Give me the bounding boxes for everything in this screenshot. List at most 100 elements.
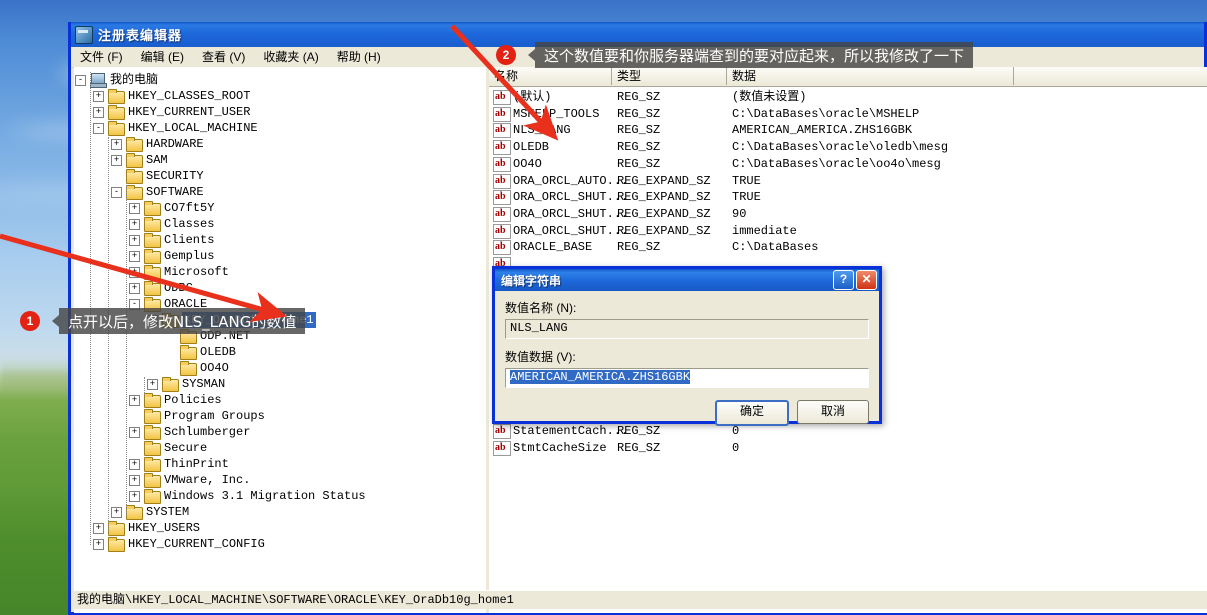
tree-node[interactable]: + Microsoft	[74, 264, 486, 280]
expand-icon[interactable]: +	[129, 475, 140, 486]
folder-icon	[144, 201, 161, 216]
folder-icon	[126, 137, 143, 152]
table-row[interactable]: ab ORA_ORCL_SHUT... REG_EXPAND_SZ TRUE	[489, 189, 1207, 206]
tree-node-label: HKEY_USERS	[128, 521, 201, 535]
tree-node[interactable]: + Windows 3.1 Migration Status	[74, 488, 486, 504]
expand-icon[interactable]: +	[147, 379, 158, 390]
expand-icon[interactable]: +	[93, 523, 104, 534]
table-row[interactable]: ab OO4O REG_SZ C:\DataBases\oracle\oo4o\mes…	[489, 156, 1207, 172]
cell-name: ORA_ORCL_SHUT...	[513, 190, 629, 205]
tree-node[interactable]: + HARDWARE	[74, 136, 486, 152]
tree-node[interactable]: + Gemplus	[74, 248, 486, 264]
expand-icon[interactable]: +	[129, 267, 140, 278]
menu-file[interactable]: 文件 (F)	[71, 46, 132, 68]
expand-icon[interactable]: +	[129, 219, 140, 230]
table-row[interactable]: ab NLS_LANG REG_SZ AMERICAN_AMERICA.ZHS16GB…	[489, 122, 1207, 139]
column-header-name[interactable]: 名称	[489, 67, 612, 85]
tree-node-label: Classes	[164, 217, 215, 231]
tree-node-label: SYSMAN	[182, 377, 226, 391]
cell-data: 90	[732, 206, 747, 221]
cell-data: TRUE	[732, 173, 761, 188]
tree-node-label: SECURITY	[146, 169, 204, 183]
cell-name: ORA_ORCL_SHUT...	[513, 223, 629, 238]
cell-type: REG_SZ	[617, 240, 661, 255]
expand-icon[interactable]: +	[129, 251, 140, 262]
dialog-title-bar: 编辑字符串 ? ✕	[495, 269, 879, 291]
expand-icon[interactable]: +	[93, 91, 104, 102]
registry-tree-pane[interactable]: - 我的电脑 + HKEY_CLASSES_ROOT + HKEY_CURRENT_USE…	[74, 67, 487, 613]
table-row[interactable]: ab OLEDB REG_SZ C:\DataBases\oracle\oledb\m…	[489, 139, 1207, 156]
collapse-icon[interactable]: -	[111, 187, 122, 198]
menu-edit[interactable]: 编辑 (E)	[132, 46, 193, 68]
cell-name: MSHELP_TOOLS	[513, 106, 600, 121]
expand-icon[interactable]: +	[129, 427, 140, 438]
column-header-filler	[1014, 67, 1207, 85]
close-icon[interactable]: ✕	[856, 270, 877, 290]
cancel-button[interactable]: 取消	[797, 400, 869, 424]
folder-icon	[144, 217, 161, 232]
tree-node[interactable]: + SAM	[74, 152, 486, 168]
tree-node[interactable]: + Classes	[74, 216, 486, 232]
tree-node[interactable]: - 我的电脑	[74, 72, 486, 88]
collapse-icon[interactable]: -	[75, 75, 86, 86]
expand-icon[interactable]: +	[93, 539, 104, 550]
expand-icon[interactable]: +	[129, 283, 140, 294]
tree-node[interactable]: + SYSTEM	[74, 504, 486, 520]
tree-node[interactable]: - SOFTWARE	[74, 184, 486, 200]
menu-favorites[interactable]: 收藏夹 (A)	[254, 46, 327, 68]
tree-node[interactable]: + HKEY_CURRENT_USER	[74, 104, 486, 120]
table-row[interactable]: ab ORACLE_BASE REG_SZ C:\DataBases	[489, 239, 1207, 256]
tree-node[interactable]: + ThinPrint	[74, 456, 486, 472]
expand-icon[interactable]: +	[111, 155, 122, 166]
string-value-icon: ab	[493, 240, 511, 256]
tree-node[interactable]: + Schlumberger	[74, 424, 486, 440]
cell-data: C:\DataBases	[732, 240, 819, 255]
tree-node[interactable]: Secure	[74, 440, 486, 456]
column-header-type[interactable]: 类型	[612, 67, 727, 85]
cell-name: NLS_LANG	[513, 123, 571, 138]
ok-button[interactable]: 确定	[715, 400, 789, 426]
expand-icon[interactable]: +	[129, 203, 140, 214]
annotation-bullet-1: 1	[20, 311, 40, 331]
tree-node[interactable]: SECURITY	[74, 168, 486, 184]
string-value-icon: ab	[493, 123, 511, 139]
tree-node[interactable]: + ODBC	[74, 280, 486, 296]
menu-help[interactable]: 帮助 (H)	[328, 46, 390, 68]
folder-icon	[108, 105, 125, 120]
expand-icon[interactable]: +	[93, 107, 104, 118]
folder-icon	[144, 457, 161, 472]
tree-node[interactable]: + HKEY_CURRENT_CONFIG	[74, 536, 486, 552]
value-data-input[interactable]: AMERICAN_AMERICA.ZHS16GBK	[505, 368, 869, 388]
table-row[interactable]: ab ORA_ORCL_AUTO... REG_EXPAND_SZ TRUE	[489, 173, 1207, 189]
tree-node[interactable]: + SYSMAN	[74, 376, 486, 392]
tree-node-label: SYSTEM	[146, 505, 190, 519]
expand-icon[interactable]: +	[111, 507, 122, 518]
expand-icon[interactable]: +	[129, 491, 140, 502]
collapse-icon[interactable]: -	[93, 123, 104, 134]
string-value-icon: ab	[493, 440, 511, 456]
tree-node[interactable]: + Clients	[74, 232, 486, 248]
tree-node[interactable]: + Policies	[74, 392, 486, 408]
expand-icon[interactable]: +	[129, 459, 140, 470]
expand-icon[interactable]: +	[111, 139, 122, 150]
folder-icon	[144, 265, 161, 280]
tree-node[interactable]: - HKEY_LOCAL_MACHINE	[74, 120, 486, 136]
expand-icon[interactable]: +	[129, 395, 140, 406]
table-row[interactable]: ab (默认) REG_SZ (数值未设置)	[489, 89, 1207, 105]
table-row[interactable]: ab ORA_ORCL_SHUT... REG_EXPAND_SZ 90	[489, 206, 1207, 222]
tree-node[interactable]: + VMware, Inc.	[74, 472, 486, 488]
column-header-data[interactable]: 数据	[727, 67, 1014, 85]
tree-node[interactable]: + CO7ft5Y	[74, 200, 486, 216]
expand-icon[interactable]: +	[129, 235, 140, 246]
registry-editor-icon	[75, 25, 93, 44]
tree-node[interactable]: + HKEY_USERS	[74, 520, 486, 536]
tree-node[interactable]: Program Groups	[74, 408, 486, 424]
menu-view[interactable]: 查看 (V)	[193, 46, 254, 68]
tree-node[interactable]: OO4O	[74, 360, 486, 376]
help-icon[interactable]: ?	[833, 270, 854, 290]
tree-node[interactable]: + HKEY_CLASSES_ROOT	[74, 88, 486, 104]
tree-node[interactable]: OLEDB	[74, 344, 486, 360]
table-row[interactable]: ab MSHELP_TOOLS REG_SZ C:\DataBases\oracle\…	[489, 106, 1207, 122]
table-row[interactable]: ab StmtCacheSize REG_SZ 0	[489, 440, 1207, 456]
table-row[interactable]: ab ORA_ORCL_SHUT... REG_EXPAND_SZ immediate	[489, 223, 1207, 239]
